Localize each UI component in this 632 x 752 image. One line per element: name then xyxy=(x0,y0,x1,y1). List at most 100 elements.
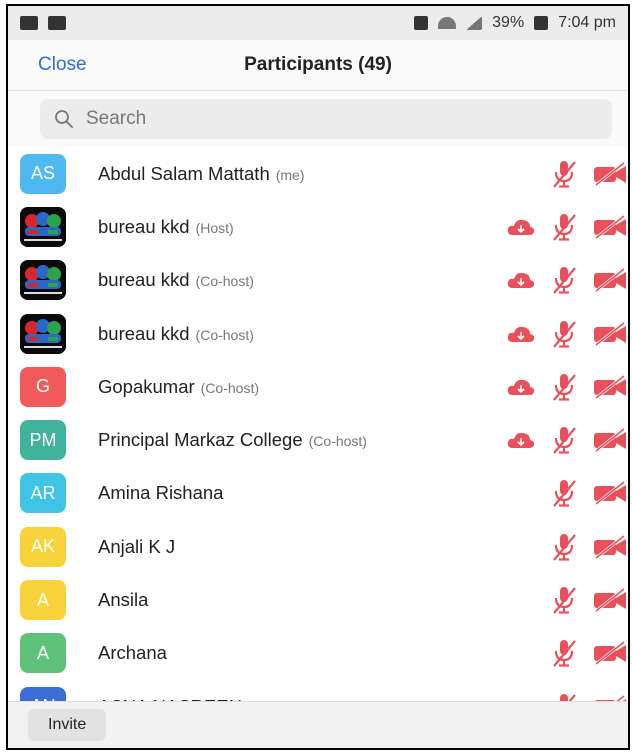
mic-muted-icon[interactable] xyxy=(550,637,578,669)
video-off-icon[interactable] xyxy=(592,534,628,560)
app-frame: 39% 7:04 pm Close Participants (49) AS Ab… xyxy=(6,4,630,750)
avatar-initials: AS xyxy=(30,163,55,184)
avatar: AK xyxy=(20,526,66,567)
avatar-logo xyxy=(20,313,66,354)
participant-role: (Host) xyxy=(195,219,234,236)
search-input[interactable] xyxy=(84,107,598,131)
header: Close Participants (49) xyxy=(8,40,628,91)
participant-role: (Co-host) xyxy=(195,326,254,343)
participant-name: bureau kkd xyxy=(98,269,190,291)
participant-row[interactable]: A Archana xyxy=(8,627,628,680)
participant-name: Ansila xyxy=(98,589,149,611)
participant-name-area: Principal Markaz College (Co-host) xyxy=(98,429,367,451)
battery-percent: 39% xyxy=(492,14,525,31)
participant-name: Amina Rishana xyxy=(98,482,224,504)
participant-row[interactable]: PM Principal Markaz College (Co-host) xyxy=(8,413,628,466)
video-off-icon[interactable] xyxy=(592,267,628,293)
mic-muted-icon[interactable] xyxy=(550,211,578,243)
avatar: A xyxy=(20,580,66,621)
mic-muted-icon[interactable] xyxy=(550,477,578,509)
avatar-initials: PM xyxy=(29,429,57,450)
avatar-initials: A xyxy=(36,589,49,610)
search-box[interactable] xyxy=(40,99,612,139)
shopping-bag-icon xyxy=(20,16,38,30)
mic-muted-icon[interactable] xyxy=(550,531,578,563)
participant-row[interactable]: G Gopakumar (Co-host) xyxy=(8,360,628,413)
participant-row[interactable]: AK Anjali K J xyxy=(8,520,628,573)
mic-muted-icon[interactable] xyxy=(550,424,578,456)
wifi-icon xyxy=(438,17,457,29)
participant-row[interactable]: bureau kkd (Co-host) xyxy=(8,307,628,360)
mic-muted-icon[interactable] xyxy=(550,264,578,296)
video-off-icon[interactable] xyxy=(592,640,628,666)
avatar-initials: A xyxy=(36,642,49,663)
invite-button[interactable]: Invite xyxy=(28,709,107,741)
participant-role: (me) xyxy=(275,166,305,183)
cloud-recording-icon xyxy=(506,377,536,397)
mic-muted-icon[interactable] xyxy=(550,158,578,190)
participant-name-area: Ansila xyxy=(98,589,148,611)
participant-role: (Co-host) xyxy=(200,379,260,396)
video-off-icon[interactable] xyxy=(592,374,628,400)
video-off-icon[interactable] xyxy=(592,321,628,347)
participant-name: bureau kkd xyxy=(98,215,190,237)
avatar: G xyxy=(20,366,66,407)
avatar-logo xyxy=(20,206,66,247)
video-off-icon[interactable] xyxy=(592,587,628,613)
bottom-bar: Invite xyxy=(8,701,628,748)
avatar: AR xyxy=(20,473,66,514)
mic-muted-icon[interactable] xyxy=(550,318,578,350)
participant-role: (Co-host) xyxy=(195,273,254,290)
participant-name-area: Amina Rishana xyxy=(98,482,223,504)
avatar-logo xyxy=(20,260,66,301)
participant-name: Gopakumar xyxy=(98,375,195,397)
participant-list: AS Abdul Salam Mattath (me) bureau kkd (Host… xyxy=(8,147,628,733)
participant-row[interactable]: bureau kkd (Host) xyxy=(8,200,628,253)
participant-row[interactable]: A Ansila xyxy=(8,573,628,626)
close-button[interactable]: Close xyxy=(38,54,87,76)
participant-name-area: bureau kkd (Co-host) xyxy=(98,269,254,291)
participant-name-area: Abdul Salam Mattath (me) xyxy=(98,163,305,185)
clock: 7:04 pm xyxy=(558,14,616,31)
participant-name-area: Archana xyxy=(98,642,167,664)
participant-name-area: bureau kkd (Host) xyxy=(98,216,234,238)
search-icon xyxy=(55,110,73,128)
page-title: Participants (49) xyxy=(244,54,392,75)
participant-name: Anjali K J xyxy=(98,535,176,557)
image-icon xyxy=(414,16,429,30)
video-off-icon[interactable] xyxy=(592,214,628,240)
status-left xyxy=(20,16,66,30)
participant-name: Archana xyxy=(98,642,167,664)
signal-icon xyxy=(466,16,483,30)
cloud-recording-icon xyxy=(506,217,536,237)
status-right: 39% 7:04 pm xyxy=(414,14,616,32)
participant-row[interactable]: AS Abdul Salam Mattath (me) xyxy=(8,147,628,200)
participant-name: Principal Markaz College xyxy=(98,429,303,451)
participant-role: (Co-host) xyxy=(308,433,367,450)
video-off-icon[interactable] xyxy=(592,161,628,187)
avatar-initials: AK xyxy=(30,536,55,557)
avatar: AS xyxy=(20,153,66,194)
avatar-initials: G xyxy=(35,376,50,397)
search-bar xyxy=(8,91,628,147)
video-off-icon[interactable] xyxy=(592,480,628,506)
participant-row[interactable]: bureau kkd (Co-host) xyxy=(8,254,628,307)
participant-name: bureau kkd xyxy=(98,322,190,344)
participant-row[interactable]: AR Amina Rishana xyxy=(8,467,628,520)
video-notification-icon xyxy=(48,16,66,30)
participant-name-area: Gopakumar (Co-host) xyxy=(98,376,259,398)
cloud-recording-icon xyxy=(506,324,536,344)
participant-name-area: bureau kkd (Co-host) xyxy=(98,323,254,345)
avatar: PM xyxy=(20,420,66,461)
cloud-recording-icon xyxy=(506,430,536,450)
battery-icon xyxy=(534,16,549,30)
status-bar: 39% 7:04 pm xyxy=(8,6,628,40)
mic-muted-icon[interactable] xyxy=(550,371,578,403)
mic-muted-icon[interactable] xyxy=(550,584,578,616)
video-off-icon[interactable] xyxy=(592,427,628,453)
cloud-recording-icon xyxy=(506,270,536,290)
avatar: A xyxy=(20,633,66,674)
participant-name-area: Anjali K J xyxy=(98,536,175,558)
participant-name: Abdul Salam Mattath xyxy=(98,162,270,184)
avatar-initials: AR xyxy=(30,482,56,503)
